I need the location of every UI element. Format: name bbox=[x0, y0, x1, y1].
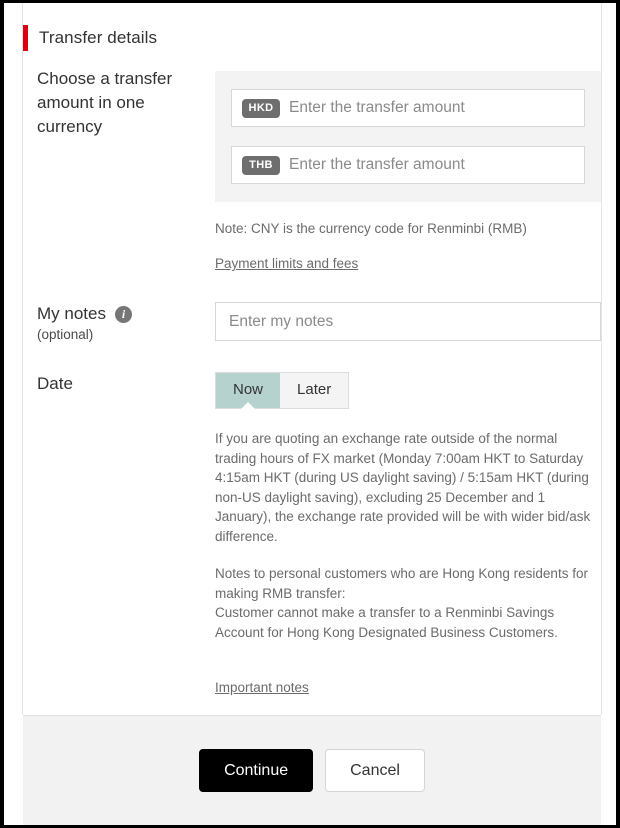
selected-notch-icon bbox=[241, 402, 255, 409]
rmb-transfer-notes-line-1: Notes to personal customers who are Hong… bbox=[215, 566, 588, 601]
date-label: Date bbox=[37, 374, 73, 393]
amount-field-thb[interactable]: THB bbox=[231, 146, 585, 184]
info-icon[interactable]: i bbox=[114, 305, 132, 323]
date-row: Date Now Later If you are quoting an exc… bbox=[23, 372, 601, 697]
important-notes-link[interactable]: Important notes bbox=[215, 678, 309, 697]
date-field-cell: Now Later If you are quoting an exchange… bbox=[215, 372, 601, 697]
date-toggle-now[interactable]: Now bbox=[216, 373, 281, 409]
date-toggle-now-label: Now bbox=[233, 381, 264, 398]
left-rule bbox=[22, 3, 23, 715]
my-notes-optional-label: (optional) bbox=[37, 327, 94, 342]
page-frame: Transfer details Choose a transfer amoun… bbox=[0, 0, 620, 828]
my-notes-label: My notes bbox=[37, 304, 106, 323]
my-notes-input[interactable] bbox=[215, 302, 601, 341]
right-rule bbox=[601, 3, 602, 715]
amount-panel: HKD THB bbox=[215, 71, 601, 202]
page-title: Transfer details bbox=[39, 28, 158, 47]
my-notes-row: My notes i (optional) bbox=[23, 302, 601, 343]
my-notes-label-inline: My notes i bbox=[37, 302, 205, 326]
currency-badge-thb[interactable]: THB bbox=[242, 155, 280, 175]
my-notes-field-cell bbox=[215, 302, 601, 341]
date-toggle-later-label: Later bbox=[297, 381, 332, 398]
amount-input-hkd[interactable] bbox=[289, 90, 574, 126]
continue-button[interactable]: Continue bbox=[199, 749, 314, 792]
transfer-details-card: Transfer details Choose a transfer amoun… bbox=[4, 3, 616, 825]
red-accent-bar bbox=[23, 25, 28, 51]
transfer-amount-label-cell: Choose a transfer amount in one currency bbox=[23, 67, 215, 139]
amount-input-thb[interactable] bbox=[289, 147, 574, 183]
payment-limits-and-fees-link[interactable]: Payment limits and fees bbox=[215, 254, 358, 273]
rmb-transfer-notes-line-2: Customer cannot make a transfer to a Ren… bbox=[215, 605, 558, 640]
rmb-transfer-notes: Notes to personal customers who are Hong… bbox=[215, 564, 601, 642]
transfer-amount-field-cell: HKD THB Note: CNY is the currency code f… bbox=[215, 67, 601, 273]
amount-field-hkd[interactable]: HKD bbox=[231, 89, 585, 127]
currency-badge-hkd[interactable]: HKD bbox=[242, 98, 280, 118]
my-notes-label-cell: My notes i (optional) bbox=[23, 302, 215, 343]
date-label-cell: Date bbox=[23, 372, 215, 396]
date-toggle-later[interactable]: Later bbox=[280, 373, 349, 408]
cancel-button[interactable]: Cancel bbox=[325, 749, 425, 792]
fx-hours-disclaimer: If you are quoting an exchange rate outs… bbox=[215, 431, 591, 544]
card-body: Transfer details Choose a transfer amoun… bbox=[4, 3, 616, 715]
transfer-amount-label: Choose a transfer amount in one currency bbox=[37, 69, 173, 136]
date-toggle-group: Now Later bbox=[215, 372, 350, 409]
transfer-amount-row: Choose a transfer amount in one currency… bbox=[23, 67, 601, 273]
currency-code-note: Note: CNY is the currency code for Renmi… bbox=[215, 221, 527, 236]
card-footer: Continue Cancel bbox=[23, 715, 601, 825]
section-header: Transfer details bbox=[23, 3, 601, 59]
